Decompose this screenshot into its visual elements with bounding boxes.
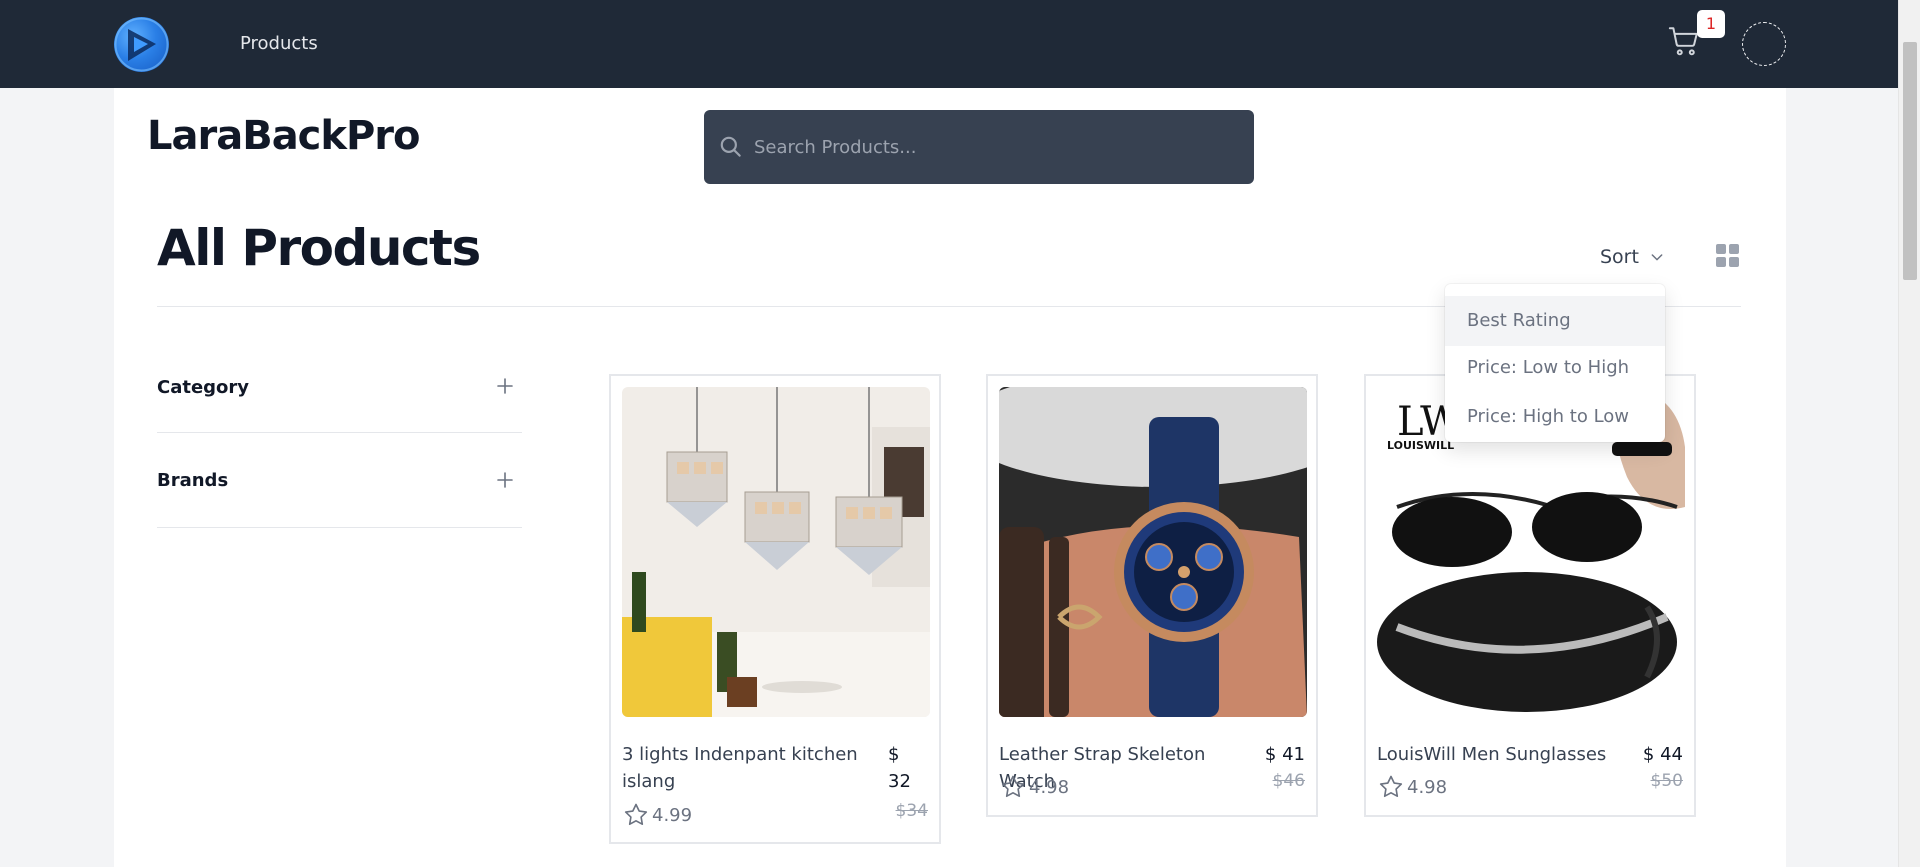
- chevron-down-icon: [1651, 254, 1663, 261]
- sort-button[interactable]: Sort: [1600, 246, 1665, 268]
- logo-icon[interactable]: [114, 17, 169, 72]
- product-price: $ 41: [1264, 744, 1305, 765]
- rating-value: 4.98: [1407, 776, 1448, 798]
- rating-value: 4.99: [652, 804, 693, 826]
- filter-label: Category: [157, 377, 250, 398]
- filter-brands[interactable]: Brands: [157, 433, 522, 528]
- product-image[interactable]: [999, 387, 1307, 717]
- star-icon[interactable]: [1377, 773, 1405, 801]
- product-rating: 4.99: [622, 801, 692, 829]
- price-value: 32: [888, 771, 911, 792]
- rating-value: 4.98: [1029, 776, 1070, 798]
- store-brand-title: LaraBackPro: [147, 113, 421, 159]
- sort-dropdown-menu: Best Rating Price: Low to High Price: Hi…: [1445, 284, 1665, 442]
- product-image[interactable]: [622, 387, 930, 717]
- sort-option-price-low-high[interactable]: Price: Low to High: [1445, 343, 1665, 393]
- user-avatar[interactable]: [1742, 22, 1786, 66]
- sort-option-price-high-low[interactable]: Price: High to Low: [1445, 392, 1665, 442]
- plus-icon[interactable]: [495, 470, 515, 490]
- nav-products-link[interactable]: Products: [240, 33, 318, 54]
- search-icon: [720, 136, 741, 157]
- product-old-price: $50: [1650, 771, 1683, 791]
- page-title: All Products: [157, 219, 481, 277]
- product-name[interactable]: 3 lights Indenpant kitchen islang: [622, 741, 862, 795]
- product-name[interactable]: LouisWill Men Sunglasses: [1377, 741, 1617, 768]
- search-bar[interactable]: [704, 110, 1254, 184]
- top-navbar: Products 1: [0, 0, 1898, 88]
- product-rating: 4.98: [1377, 773, 1447, 801]
- shopping-cart-icon: [1668, 27, 1698, 56]
- cart-count-badge: 1: [1697, 10, 1725, 38]
- sort-option-best-rating[interactable]: Best Rating: [1445, 296, 1665, 346]
- product-card[interactable]: Leather Strap Skeleton Watch $ 41 $46 4.…: [986, 374, 1318, 817]
- grid-view-icon[interactable]: [1716, 244, 1740, 268]
- star-icon[interactable]: [622, 801, 650, 829]
- product-card[interactable]: 3 lights Indenpant kitchen islang $ 32 $…: [609, 374, 941, 844]
- filter-category[interactable]: Category: [157, 338, 522, 433]
- product-rating: 4.98: [999, 773, 1069, 801]
- plus-icon[interactable]: [495, 376, 515, 396]
- price-symbol: $: [888, 744, 900, 765]
- filter-label: Brands: [157, 470, 229, 491]
- product-old-price: $34: [895, 801, 928, 821]
- page-scrollbar[interactable]: [1898, 0, 1920, 867]
- sort-label: Sort: [1600, 246, 1639, 268]
- search-input[interactable]: [754, 110, 1244, 184]
- product-price: $ 44: [1642, 744, 1683, 765]
- star-icon[interactable]: [999, 773, 1027, 801]
- scrollbar-thumb[interactable]: [1903, 42, 1917, 280]
- product-old-price: $46: [1272, 771, 1305, 791]
- product-price: $ 32: [888, 741, 928, 795]
